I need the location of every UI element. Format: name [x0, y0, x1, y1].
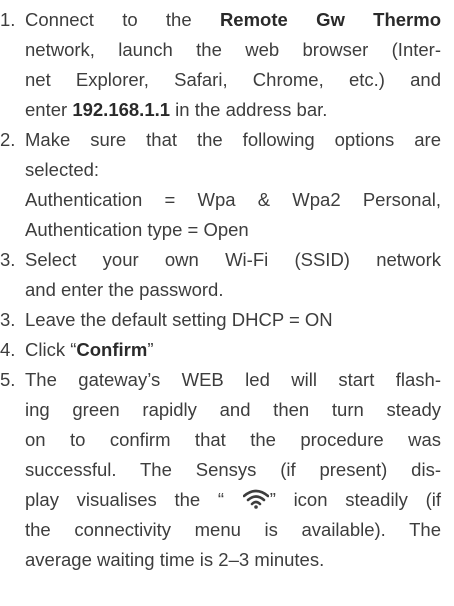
- step-3b: 3. Leave the default setting DHCP = ON: [0, 305, 441, 335]
- step-line: average waiting time is 2–3 minutes.: [25, 549, 325, 570]
- step-text: Make sure that the following options are…: [25, 125, 441, 245]
- step-line: Connect to the Remote Gw Thermo: [25, 9, 441, 30]
- step-number: 3.: [0, 309, 16, 330]
- step-line: Select your own Wi-Fi (SSID) network: [25, 249, 441, 270]
- step-4: 4. Click “Confirm”: [0, 335, 441, 365]
- ip-address: 192.168.1.1: [72, 99, 171, 120]
- step-line: net Explorer, Safari, Chrome, etc.) and: [25, 69, 441, 90]
- step-5: 5. The gateway’s WEB led will start flas…: [0, 365, 441, 575]
- step-3: 3. Select your own Wi-Fi (SSID) network …: [0, 245, 441, 305]
- step-line: and enter the password.: [25, 279, 224, 300]
- step-line: network, launch the web browser (Inter-: [25, 39, 441, 60]
- step-number: 1.: [0, 9, 16, 30]
- step-number: 3.: [0, 249, 16, 270]
- instructions-document: 1. Connect to the Remote Gw Thermo netwo…: [0, 0, 454, 606]
- step-line: Authentication = Wpa & Wpa2 Personal,: [25, 189, 441, 210]
- step-line: Leave the default setting DHCP = ON: [25, 309, 333, 330]
- step-line: ing green rapidly and then turn steady: [25, 399, 441, 420]
- wifi-icon: [242, 489, 269, 509]
- step-1: 1. Connect to the Remote Gw Thermo netwo…: [0, 5, 441, 125]
- step-line: enter 192.168.1.1 in the address bar.: [25, 99, 328, 120]
- step-text: Select your own Wi-Fi (SSID) network and…: [25, 245, 441, 305]
- network-name: Remote Gw Thermo: [219, 9, 441, 30]
- step-line: Authentication type = Open: [25, 219, 249, 240]
- step-text: Click “Confirm”: [25, 335, 441, 365]
- step-number: 4.: [0, 339, 16, 360]
- step-2: 2. Make sure that the following options …: [0, 125, 441, 245]
- step-line: successful. The Sensys (if present) dis-: [25, 459, 441, 480]
- step-line: play visualises the “ ” icon steadily (i…: [25, 489, 442, 510]
- step-line: Click “Confirm”: [25, 339, 154, 360]
- step-number: 2.: [0, 129, 16, 150]
- step-text: The gateway’s WEB led will start flash- …: [25, 365, 441, 575]
- confirm-label: Confirm: [76, 339, 148, 360]
- step-text: Connect to the Remote Gw Thermo network,…: [25, 5, 441, 125]
- step-text: Leave the default setting DHCP = ON: [25, 305, 441, 335]
- step-line: The gateway’s WEB led will start flash-: [25, 369, 441, 390]
- step-line: on to confirm that the procedure was: [25, 429, 441, 450]
- step-line: Make sure that the following options are: [25, 129, 441, 150]
- step-number: 5.: [0, 369, 16, 390]
- step-line: the connectivity menu is available). The: [25, 519, 441, 540]
- step-line: selected:: [25, 159, 100, 180]
